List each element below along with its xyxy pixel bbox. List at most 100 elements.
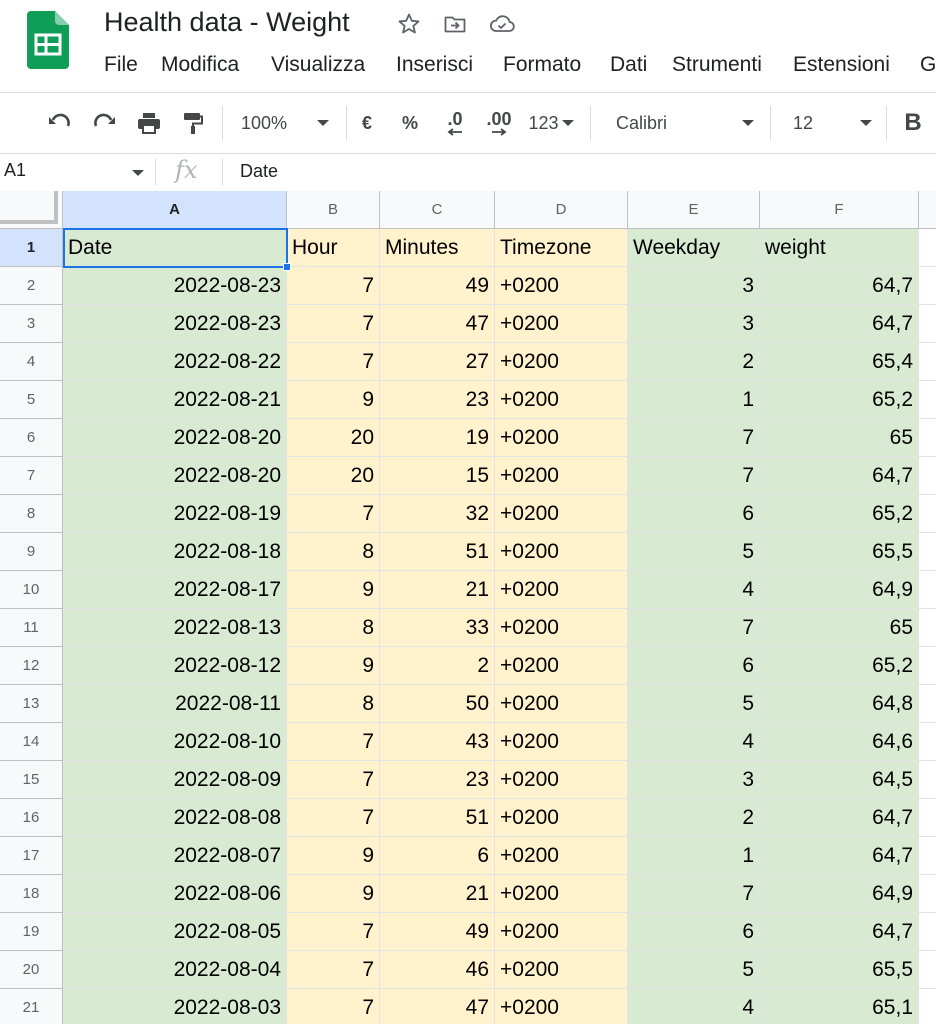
table-cell[interactable]: 64,6 (760, 723, 919, 761)
table-cell[interactable]: 65,2 (760, 381, 919, 419)
table-cell[interactable]: 6 (380, 837, 495, 875)
table-cell[interactable]: 50 (380, 685, 495, 723)
table-cell[interactable]: 64,7 (760, 267, 919, 305)
menu-file[interactable]: File (104, 53, 138, 77)
table-cell[interactable]: 7 (287, 989, 380, 1024)
row-header[interactable]: 20 (0, 951, 63, 989)
row-header[interactable]: 13 (0, 685, 63, 723)
column-header-a[interactable]: A (63, 191, 287, 229)
table-cell[interactable]: 8 (287, 685, 380, 723)
table-cell[interactable]: 2022-08-23 (63, 305, 287, 343)
row-header[interactable]: 2 (0, 267, 63, 305)
table-cell[interactable]: 7 (287, 761, 380, 799)
table-cell[interactable]: 7 (287, 267, 380, 305)
document-title[interactable]: Health data - Weight (104, 7, 350, 38)
table-cell[interactable]: +0200 (495, 267, 628, 305)
table-cell[interactable]: 7 (628, 419, 760, 457)
table-cell[interactable]: 2 (628, 343, 760, 381)
table-cell[interactable]: 47 (380, 305, 495, 343)
table-cell[interactable]: 64,7 (760, 305, 919, 343)
table-cell[interactable]: 7 (287, 495, 380, 533)
name-box[interactable]: A1 (4, 160, 26, 181)
table-cell[interactable]: 3 (628, 267, 760, 305)
row-header[interactable]: 11 (0, 609, 63, 647)
menu-strumenti[interactable]: Strumenti (672, 53, 762, 77)
table-cell[interactable]: +0200 (495, 457, 628, 495)
header-cell-date[interactable]: Date (63, 229, 287, 267)
table-cell[interactable]: 7 (287, 723, 380, 761)
table-cell[interactable]: 2 (380, 647, 495, 685)
empty-cell[interactable] (919, 381, 936, 419)
table-cell[interactable]: 64,9 (760, 571, 919, 609)
table-cell[interactable]: +0200 (495, 723, 628, 761)
menu-formato[interactable]: Formato (503, 53, 581, 77)
table-cell[interactable]: 7 (628, 457, 760, 495)
table-cell[interactable]: 65,5 (760, 533, 919, 571)
table-cell[interactable]: +0200 (495, 647, 628, 685)
more-formats-select[interactable]: 123 (524, 93, 578, 153)
table-cell[interactable]: +0200 (495, 609, 628, 647)
redo-icon[interactable] (88, 93, 120, 153)
header-cell-minutes[interactable]: Minutes (380, 229, 495, 267)
table-cell[interactable]: 6 (628, 647, 760, 685)
table-cell[interactable]: 21 (380, 571, 495, 609)
row-header[interactable]: 1 (0, 229, 63, 267)
row-header[interactable]: 10 (0, 571, 63, 609)
table-cell[interactable]: 33 (380, 609, 495, 647)
table-cell[interactable]: 65,1 (760, 989, 919, 1024)
font-size-select[interactable]: 12 (784, 93, 876, 153)
table-cell[interactable]: 32 (380, 495, 495, 533)
column-header-e[interactable]: E (628, 191, 760, 229)
empty-cell[interactable] (919, 609, 936, 647)
row-header[interactable]: 9 (0, 533, 63, 571)
table-cell[interactable]: 2022-08-13 (63, 609, 287, 647)
table-cell[interactable]: 4 (628, 723, 760, 761)
table-cell[interactable]: +0200 (495, 913, 628, 951)
table-cell[interactable]: 65 (760, 609, 919, 647)
table-cell[interactable]: +0200 (495, 305, 628, 343)
increase-decimals-button[interactable]: .00 (481, 93, 517, 153)
table-cell[interactable]: 2022-08-10 (63, 723, 287, 761)
table-cell[interactable]: +0200 (495, 495, 628, 533)
table-cell[interactable]: 2022-08-20 (63, 457, 287, 495)
table-cell[interactable]: 2022-08-05 (63, 913, 287, 951)
table-cell[interactable]: 21 (380, 875, 495, 913)
cloud-saved-icon[interactable] (488, 10, 516, 38)
table-cell[interactable]: 2022-08-06 (63, 875, 287, 913)
table-cell[interactable]: 20 (287, 457, 380, 495)
table-cell[interactable]: 46 (380, 951, 495, 989)
table-cell[interactable]: 3 (628, 305, 760, 343)
header-cell-weekday[interactable]: Weekday (628, 229, 760, 267)
font-family-select[interactable]: Calibri (606, 93, 758, 153)
table-cell[interactable]: 64,7 (760, 913, 919, 951)
table-cell[interactable]: 2022-08-09 (63, 761, 287, 799)
menu-estensioni[interactable]: Estensioni (793, 53, 890, 77)
formula-input[interactable]: Date (240, 161, 278, 182)
column-header-b[interactable]: B (287, 191, 380, 229)
table-cell[interactable]: 2022-08-03 (63, 989, 287, 1024)
table-cell[interactable]: 5 (628, 685, 760, 723)
select-all-corner[interactable] (0, 191, 63, 229)
table-cell[interactable]: 5 (628, 951, 760, 989)
row-header[interactable]: 8 (0, 495, 63, 533)
empty-cell[interactable] (919, 647, 936, 685)
empty-cell[interactable] (919, 761, 936, 799)
table-cell[interactable]: 7 (287, 913, 380, 951)
row-header[interactable]: 14 (0, 723, 63, 761)
table-cell[interactable]: 7 (628, 875, 760, 913)
row-header[interactable]: 3 (0, 305, 63, 343)
row-header[interactable]: 5 (0, 381, 63, 419)
table-cell[interactable]: 23 (380, 381, 495, 419)
table-cell[interactable]: 43 (380, 723, 495, 761)
table-cell[interactable]: +0200 (495, 799, 628, 837)
table-cell[interactable]: 20 (287, 419, 380, 457)
table-cell[interactable]: 49 (380, 267, 495, 305)
move-to-folder-icon[interactable] (441, 10, 469, 38)
table-cell[interactable]: +0200 (495, 951, 628, 989)
menu-guida[interactable]: G (920, 53, 936, 77)
row-header[interactable]: 12 (0, 647, 63, 685)
row-header[interactable]: 7 (0, 457, 63, 495)
empty-cell[interactable] (919, 951, 936, 989)
empty-cell[interactable] (919, 267, 936, 305)
row-header[interactable]: 6 (0, 419, 63, 457)
